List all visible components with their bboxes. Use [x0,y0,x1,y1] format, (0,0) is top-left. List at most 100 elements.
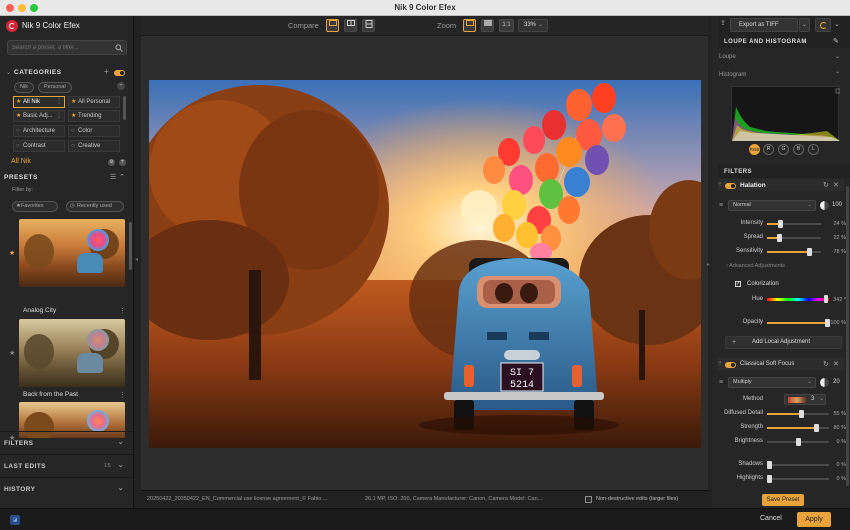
highlights-slider[interactable] [767,475,829,483]
reset-icon[interactable]: ↻ [823,181,829,189]
soft-focus-toggle[interactable] [725,362,736,368]
category-basic-adj[interactable]: ★ Basic Adj... ⋮ [13,110,65,122]
settings-icon[interactable]: ⚙ [108,159,115,166]
presets-scrollbar[interactable] [129,222,132,270]
recently-used-filter[interactable]: ◷ Recently used [66,201,124,212]
compare-split-button[interactable] [344,19,357,32]
add-icon[interactable]: + [119,159,126,166]
search-input[interactable] [8,41,108,54]
menu-icon[interactable]: ≡ [719,202,723,209]
opacity-icon[interactable] [820,378,829,387]
shadows-slider[interactable] [767,461,829,469]
chevron-up-icon[interactable]: ⌃ [835,71,840,78]
apply-button[interactable]: Apply [797,512,831,527]
close-icon[interactable]: ✕ [833,360,839,368]
chevron-up-icon[interactable]: ⌃ [119,173,125,181]
tab-nik[interactable]: Nik [14,82,34,93]
collapse-chevron-icon[interactable]: ⌄ [6,69,11,76]
slider-knob[interactable] [777,234,782,242]
slider-knob[interactable] [778,220,783,228]
category-color[interactable]: ○ Color [68,125,120,137]
slider-knob[interactable] [814,424,819,432]
preset-more-icon[interactable]: ⋮ [119,391,126,399]
list-view-icon[interactable]: ☰ [110,173,116,181]
slider-knob[interactable] [796,438,801,446]
favorite-star-icon[interactable]: ★ [9,349,15,357]
tab-personal[interactable]: Personal [38,82,72,93]
brightness-slider[interactable] [767,438,829,446]
dxo-app-icon[interactable]: ◪ [10,515,20,525]
opacity-slider[interactable] [767,319,830,327]
intensity-slider[interactable] [767,220,821,228]
category-creative[interactable]: ○ Creative [68,140,120,152]
slider-knob[interactable] [807,248,812,256]
histogram-l-button[interactable]: L [808,144,819,155]
compare-side-button[interactable] [362,19,375,32]
filters-scrollbar[interactable] [846,186,849,486]
preset-more-icon[interactable]: ⋮ [119,307,126,315]
cancel-button[interactable]: Cancel [760,515,782,522]
drag-handle-icon[interactable]: ⠿ [718,182,722,188]
export-options-chevron[interactable]: ⌄ [799,18,810,32]
zoom-fit-button[interactable] [463,19,476,32]
nondestructive-checkbox[interactable] [585,496,592,503]
colorization-checkbox[interactable]: ✓ [735,281,741,287]
more-icon[interactable]: ⋮ [56,111,62,121]
add-category-icon[interactable]: + [104,67,109,76]
share-icon[interactable]: ⇪ [720,19,726,27]
more-icon[interactable]: ⋮ [56,97,62,107]
halation-blend-mode-select[interactable]: Normal ⌄ [728,200,816,211]
preset-thumbnail[interactable] [19,319,125,387]
histogram-b-button[interactable]: B [793,144,804,155]
left-splitter[interactable]: ◂ [134,16,141,508]
compare-single-button[interactable] [326,19,339,32]
categories-scrollbar[interactable] [123,96,126,120]
category-all-personal[interactable]: ★ All Personal [68,96,120,108]
categories-toggle[interactable] [114,70,125,76]
search-field[interactable] [7,40,127,55]
soft-focus-blend-mode-select[interactable]: Multiply ⌄ [728,377,816,388]
slider-knob[interactable] [767,475,772,483]
category-architecture[interactable]: ○ Architecture [13,125,65,137]
halation-toggle[interactable] [725,183,736,189]
close-icon[interactable]: ✕ [833,181,839,189]
method-select[interactable]: 3 ⌄ [784,394,826,405]
main-photo[interactable]: SI 7 5214 [149,80,701,448]
save-preset-button[interactable]: Save Preset [762,494,804,506]
last-edits-section[interactable]: LAST EDITS 15 ⌄ [0,454,133,476]
histogram-rgb-button[interactable]: RGB [749,144,760,155]
spread-slider[interactable] [767,234,821,242]
strength-slider[interactable] [767,424,829,432]
favorites-filter[interactable]: ★ Favorites [12,201,58,212]
diffused-detail-slider[interactable] [767,410,829,418]
advanced-adjustments-toggle[interactable]: › Advanced Adjustments [726,263,785,269]
category-all-nik[interactable]: ★ All Nik ⋮ [13,96,65,108]
filters-section[interactable]: FILTERS ⌄ [0,431,133,453]
zoom-100-button[interactable]: 1:1 [499,19,514,32]
drag-handle-icon[interactable]: ⠿ [718,361,722,367]
reset-icon[interactable]: ↻ [823,360,829,368]
opacity-icon[interactable] [820,201,829,210]
quick-action-button[interactable] [815,18,831,32]
history-section[interactable]: HISTORY ⌄ [0,477,133,499]
add-local-adjustment-button[interactable]: + Add Local Adjustment [725,336,842,349]
pin-icon[interactable]: ✎ [833,37,839,45]
zoom-select[interactable]: 33% ⌄ [518,19,548,32]
preset-thumbnail[interactable] [19,219,125,287]
zoom-fill-button[interactable] [481,19,494,32]
category-contrast[interactable]: ○ Contrast [13,140,65,152]
export-button[interactable]: Export as TIFF [730,18,798,32]
chevron-down-icon[interactable]: ⌄ [835,53,840,60]
slider-knob[interactable] [799,410,804,418]
more-icon[interactable]: ⌄ [834,20,840,28]
hue-slider[interactable] [767,295,829,303]
category-trending[interactable]: ★ Trending [68,110,120,122]
add-tab-icon[interactable]: + [117,82,125,90]
slider-knob[interactable] [767,461,772,469]
histogram-r-button[interactable]: R [763,144,774,155]
search-icon[interactable] [115,44,123,52]
favorite-star-icon[interactable]: ★ [9,249,15,257]
sensitivity-slider[interactable] [767,248,821,256]
histogram-g-button[interactable]: G [778,144,789,155]
menu-icon[interactable]: ≡ [719,379,723,386]
